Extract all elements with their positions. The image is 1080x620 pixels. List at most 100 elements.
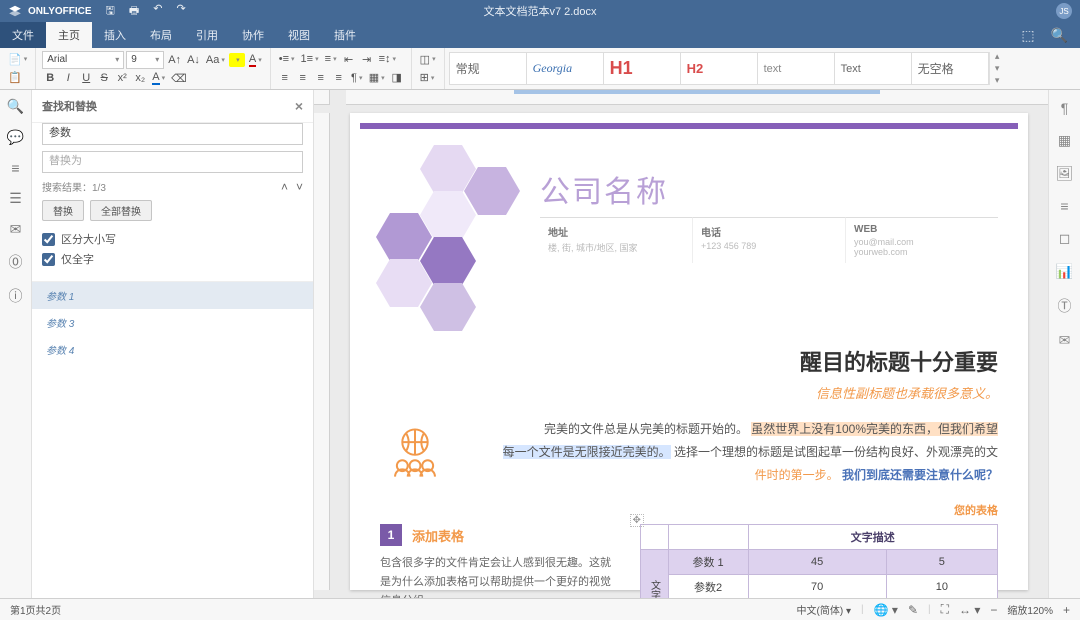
font-size-select[interactable]: 9▾ <box>126 51 164 69</box>
style-h1[interactable]: H1 <box>603 52 681 85</box>
erase-icon[interactable]: ◨ <box>389 70 405 86</box>
result-item[interactable]: 参数 3 <box>32 309 313 336</box>
replace-button[interactable]: 替换 <box>42 200 84 221</box>
feedback-icon[interactable]: ⓪ <box>9 252 23 272</box>
zoom-label[interactable]: 缩放120% <box>1007 602 1053 617</box>
menu-collab[interactable]: 协作 <box>230 22 276 48</box>
subscript-icon[interactable]: x₂ <box>132 70 148 86</box>
superscript-icon[interactable]: x² <box>114 70 130 86</box>
whole-word-checkbox[interactable]: 仅全字 <box>42 251 303 267</box>
font-grow-icon[interactable]: A↑ <box>166 52 183 68</box>
bullet-list-icon[interactable]: •≡ <box>277 51 297 67</box>
font-color-icon[interactable]: A <box>247 52 264 68</box>
underline-icon[interactable]: U <box>78 70 94 86</box>
text-art-icon[interactable]: Ⓣ <box>1058 296 1072 316</box>
chart-settings-icon[interactable]: 📊 <box>1056 263 1073 280</box>
menu-layout[interactable]: 布局 <box>138 22 184 48</box>
paste-icon[interactable]: 📋 <box>6 70 24 86</box>
italic-icon[interactable]: I <box>60 70 76 86</box>
style-georgia[interactable]: Georgia <box>526 52 604 85</box>
page-indicator[interactable]: 第1页共2页 <box>10 602 61 617</box>
align-justify-icon[interactable]: ≡ <box>331 70 347 86</box>
nonprinting-icon[interactable]: ¶ <box>349 70 365 86</box>
number-list-icon[interactable]: 1≡ <box>299 51 321 67</box>
fit-page-icon[interactable]: ⛶ <box>941 602 949 617</box>
replace-input[interactable]: 替换为 <box>42 151 303 173</box>
track-changes-icon[interactable]: ✎ <box>908 603 918 617</box>
about-icon[interactable]: ⓘ <box>9 286 23 306</box>
style-scroll-up-icon[interactable]: ▴ <box>994 52 1001 62</box>
image-settings-icon[interactable]: 🖼 <box>1056 165 1074 182</box>
highlight-icon[interactable] <box>229 53 245 67</box>
paragraph-settings-icon[interactable]: ¶ <box>1061 100 1069 116</box>
bookmarks-icon[interactable]: ☰ <box>9 190 22 207</box>
language-select[interactable]: 中文(简体) ▾ <box>797 602 851 617</box>
style-more-icon[interactable]: ▾ <box>994 76 1001 86</box>
vertical-ruler[interactable] <box>314 113 330 590</box>
menu-refs[interactable]: 引用 <box>184 22 230 48</box>
multilevel-list-icon[interactable]: ≡ <box>323 51 339 67</box>
header-settings-icon[interactable]: ≡ <box>1060 198 1068 214</box>
chat-icon[interactable]: ✉ <box>10 221 22 238</box>
insert-table-icon[interactable]: ⊞ <box>418 70 437 86</box>
menu-file[interactable]: 文件 <box>0 22 46 48</box>
horizontal-ruler[interactable] <box>346 90 1048 105</box>
zoom-in-icon[interactable]: + <box>1063 603 1070 617</box>
indent-dec-icon[interactable]: ⇤ <box>341 51 357 67</box>
user-avatar[interactable]: JS <box>1056 3 1072 19</box>
menu-home[interactable]: 主页 <box>46 22 92 48</box>
align-left-icon[interactable]: ≡ <box>277 70 293 86</box>
table-settings-icon[interactable]: ▦ <box>1058 132 1071 149</box>
data-table[interactable]: 文字描述 文字描述 参数 1455 参数27010 参数 31555 参数 43… <box>640 524 998 598</box>
menu-view[interactable]: 视图 <box>276 22 322 48</box>
search-icon[interactable]: 🔍 <box>7 98 24 115</box>
style-normal[interactable]: 常规 <box>449 52 527 85</box>
style-nospace[interactable]: 无空格 <box>911 52 989 85</box>
clear-format-icon[interactable]: ⌫ <box>169 70 189 86</box>
find-input[interactable]: 参数 <box>42 123 303 145</box>
document-page[interactable]: 公司名称 地址 楼, 街, 城市/地区, 国家 电话 +123 456 789 <box>350 113 1028 590</box>
menu-insert[interactable]: 插入 <box>92 22 138 48</box>
font-shrink-icon[interactable]: A↓ <box>185 52 202 68</box>
style-text[interactable]: text <box>757 52 835 85</box>
style-scroll-down-icon[interactable]: ▾ <box>994 64 1001 74</box>
align-right-icon[interactable]: ≡ <box>313 70 329 86</box>
replace-all-button[interactable]: 全部替换 <box>90 200 152 221</box>
style-text2[interactable]: Text <box>834 52 912 85</box>
copy-icon[interactable]: 📄 <box>6 51 29 67</box>
result-item[interactable]: 参数 4 <box>32 336 313 363</box>
style-h2[interactable]: H2 <box>680 52 758 85</box>
shading-icon[interactable]: ▦ <box>367 70 387 86</box>
table-anchor-icon[interactable]: ✥ <box>630 514 644 527</box>
open-location-icon[interactable]: ⬚ <box>1021 27 1034 44</box>
prev-result-icon[interactable]: ˄ <box>281 180 288 194</box>
redo-icon[interactable]: ↷ <box>177 2 186 21</box>
undo-icon[interactable]: ↶ <box>153 2 162 21</box>
match-case-checkbox[interactable]: 区分大小写 <box>42 231 303 247</box>
font-family-select[interactable]: Arial▾ <box>42 51 124 69</box>
close-icon[interactable]: × <box>295 98 303 114</box>
menu-plugins[interactable]: 插件 <box>322 22 368 48</box>
search-top-icon[interactable]: 🔍 <box>1051 27 1068 44</box>
bold-icon[interactable]: B <box>42 70 58 86</box>
save-icon[interactable]: 🖫 <box>106 2 115 21</box>
mail-icon[interactable]: ✉ <box>1059 332 1071 349</box>
table-cell[interactable]: 参数 1 <box>668 550 748 575</box>
line-spacing-icon[interactable]: ≡↕ <box>377 51 398 67</box>
indent-inc-icon[interactable]: ⇥ <box>359 51 375 67</box>
change-case-icon[interactable]: Aa <box>204 52 227 68</box>
shape-settings-icon[interactable]: ◻ <box>1059 230 1071 247</box>
strike-icon[interactable]: S <box>96 70 112 86</box>
result-item[interactable]: 参数 1 <box>32 282 313 309</box>
align-center-icon[interactable]: ≡ <box>295 70 311 86</box>
next-result-icon[interactable]: ˅ <box>296 180 303 194</box>
spellcheck-icon[interactable]: 🌐 ▾ <box>874 603 898 617</box>
headings-icon[interactable]: ≡ <box>11 160 19 176</box>
print-icon[interactable]: 🖶 <box>129 2 139 21</box>
font-fill-icon[interactable]: A <box>150 70 167 86</box>
comments-icon[interactable]: 💬 <box>7 129 24 146</box>
insert-shape-icon[interactable]: ◫ <box>418 51 438 67</box>
fit-width-icon[interactable]: ↔ ▾ <box>959 603 980 617</box>
table-rowheader: 文字描述 <box>640 550 668 598</box>
zoom-out-icon[interactable]: − <box>990 603 997 617</box>
